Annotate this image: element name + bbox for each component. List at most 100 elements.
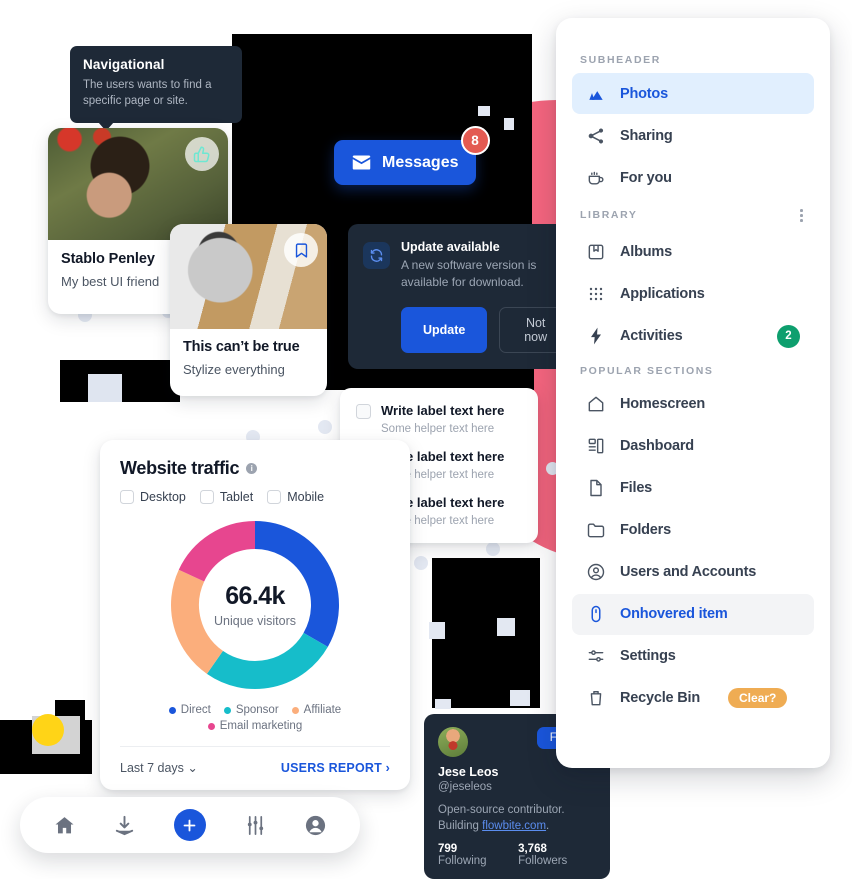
toast-description: A new software version is available for … xyxy=(401,258,537,290)
profile-bio-link[interactable]: flowbite.com xyxy=(482,820,546,832)
info-icon[interactable]: i xyxy=(246,463,258,474)
account-icon[interactable] xyxy=(304,814,327,837)
sidebar-item-recycle-bin[interactable]: Recycle Bin Clear? xyxy=(572,678,814,719)
sidebar-item-label: Users and Accounts xyxy=(620,564,757,581)
sidebar-item-settings[interactable]: Settings xyxy=(572,636,814,677)
sidebar-item-files[interactable]: Files xyxy=(572,468,814,509)
sidebar-item-applications[interactable]: Applications xyxy=(572,274,814,315)
legend-item[interactable]: Affiliate xyxy=(291,704,342,716)
messages-button[interactable]: Messages 8 xyxy=(334,126,490,185)
sidebar-item-photos[interactable]: Photos xyxy=(572,73,814,114)
sidebar-item-label: Recycle Bin xyxy=(620,690,701,707)
sidebar-panel: SUBHEADER Photos Sharing For you LIBRARY Albu… xyxy=(556,18,830,768)
bottom-navigation-bar xyxy=(20,797,360,853)
adjustments-icon xyxy=(586,646,606,666)
legend-swatch xyxy=(207,722,215,730)
handle-dot xyxy=(318,420,332,434)
sidebar-item-activities[interactable]: Activities 2 xyxy=(572,316,814,357)
sidebar-section-header: POPULAR SECTIONS xyxy=(572,365,814,377)
messages-label: Messages xyxy=(382,153,459,171)
legend-label: Sponsor xyxy=(235,704,279,716)
toast-title: Update available xyxy=(401,240,500,254)
followers-label: Followers xyxy=(518,855,568,868)
sidebar-item-sharing[interactable]: Sharing xyxy=(572,115,814,156)
sidebar-item-badge: 2 xyxy=(777,324,800,348)
mountains-icon xyxy=(586,84,606,104)
folder-icon xyxy=(586,520,606,540)
sidebar-item-label: Dashboard xyxy=(620,438,694,455)
photo-card-stylize[interactable]: This can’t be true Stylize everything xyxy=(170,224,327,396)
photo-thumbnail xyxy=(170,224,327,329)
screenshot-root: Navigational The users wants to find a s… xyxy=(0,0,852,879)
checkbox-list-item[interactable]: Write label text here Some helper text h… xyxy=(356,402,522,435)
sidebar-item-users-and-accounts[interactable]: Users and Accounts xyxy=(572,552,814,593)
sidebar-item-label: Onhovered item xyxy=(620,606,728,623)
sidebar-item-label: Photos xyxy=(620,85,668,102)
legend-label: Affiliate xyxy=(303,704,342,716)
sidebar-item-label: Activities xyxy=(620,328,683,345)
filter-label: Desktop xyxy=(140,490,186,504)
sidebar-section-title: LIBRARY xyxy=(580,209,638,222)
sidebar-item-for-you[interactable]: For you xyxy=(572,157,814,198)
date-range-dropdown[interactable]: Last 7 days ⌄ xyxy=(120,760,198,775)
light-square-decor xyxy=(88,374,122,402)
donut-center-caption: Unique visitors xyxy=(214,614,296,628)
trash-icon xyxy=(586,688,606,708)
sidebar-section-title: SUBHEADER xyxy=(580,54,661,66)
mouse-icon xyxy=(586,604,606,624)
users-report-link[interactable]: USERS REPORT › xyxy=(281,761,390,775)
followers-count: 3,768 xyxy=(518,843,547,856)
sidebar-item-label: Applications xyxy=(620,286,705,303)
sidebar-item-onhovered-item[interactable]: Onhovered item xyxy=(572,593,814,635)
chart-legend: Direct Sponsor Affiliate Email marketing xyxy=(120,704,390,732)
sidebar-item-albums[interactable]: Albums xyxy=(572,232,814,273)
update-toast: Update available A new software version … xyxy=(348,224,588,369)
avatar xyxy=(438,727,468,757)
tooltip-title: Navigational xyxy=(83,57,165,72)
legend-label: Email marketing xyxy=(219,720,303,732)
chevron-right-icon: › xyxy=(385,760,390,775)
bookmark-icon[interactable] xyxy=(284,233,318,267)
donut-chart[interactable]: 66.4k Unique visitors xyxy=(170,520,340,690)
handle-dot xyxy=(414,556,428,570)
following-label: Following xyxy=(438,855,487,868)
share-icon xyxy=(586,126,606,146)
date-range-label: Last 7 days xyxy=(120,761,184,775)
sidebar-item-pill[interactable]: Clear? xyxy=(728,688,788,709)
following-count: 799 xyxy=(438,843,458,856)
sidebar-section-title: POPULAR SECTIONS xyxy=(580,364,714,377)
sidebar-item-label: Sharing xyxy=(620,127,673,144)
handle-square xyxy=(504,118,514,130)
thumbs-up-icon[interactable] xyxy=(185,137,219,171)
filter-tablet[interactable]: Tablet xyxy=(199,490,254,504)
file-icon xyxy=(586,478,606,498)
sidebar-item-homescreen[interactable]: Homescreen xyxy=(572,384,814,425)
sidebar-item-dashboard[interactable]: Dashboard xyxy=(572,426,814,467)
update-button[interactable]: Update xyxy=(401,306,488,353)
filter-desktop[interactable]: Desktop xyxy=(120,490,186,504)
home-icon[interactable] xyxy=(53,814,76,837)
plus-icon[interactable] xyxy=(173,809,206,841)
profile-bio: Open-source contributor. Building flowbi… xyxy=(438,802,596,834)
checkbox-input[interactable] xyxy=(267,490,282,504)
download-icon[interactable] xyxy=(113,814,136,837)
kebab-menu-icon[interactable] xyxy=(797,206,806,225)
sidebar-item-label: Settings xyxy=(620,648,676,665)
filter-label: Mobile xyxy=(287,490,325,504)
filter-label: Tablet xyxy=(219,490,254,504)
legend-item[interactable]: Direct xyxy=(168,704,211,716)
checkbox-input[interactable] xyxy=(199,490,214,504)
legend-item[interactable]: Email marketing xyxy=(120,720,390,732)
grid-icon xyxy=(586,284,606,304)
checkbox-input[interactable] xyxy=(356,404,371,419)
sliders-icon[interactable] xyxy=(244,814,267,837)
users-report-label: USERS REPORT xyxy=(280,760,382,775)
legend-swatch xyxy=(291,706,299,714)
sidebar-item-label: Homescreen xyxy=(620,396,706,413)
filter-mobile[interactable]: Mobile xyxy=(267,490,324,504)
checkbox-input[interactable] xyxy=(120,490,134,504)
sidebar-item-folders[interactable]: Folders xyxy=(572,510,814,551)
navigational-tooltip: Navigational The users wants to find a s… xyxy=(70,46,242,131)
legend-item[interactable]: Sponsor xyxy=(223,704,279,716)
sidebar-section-header: SUBHEADER xyxy=(572,54,814,66)
